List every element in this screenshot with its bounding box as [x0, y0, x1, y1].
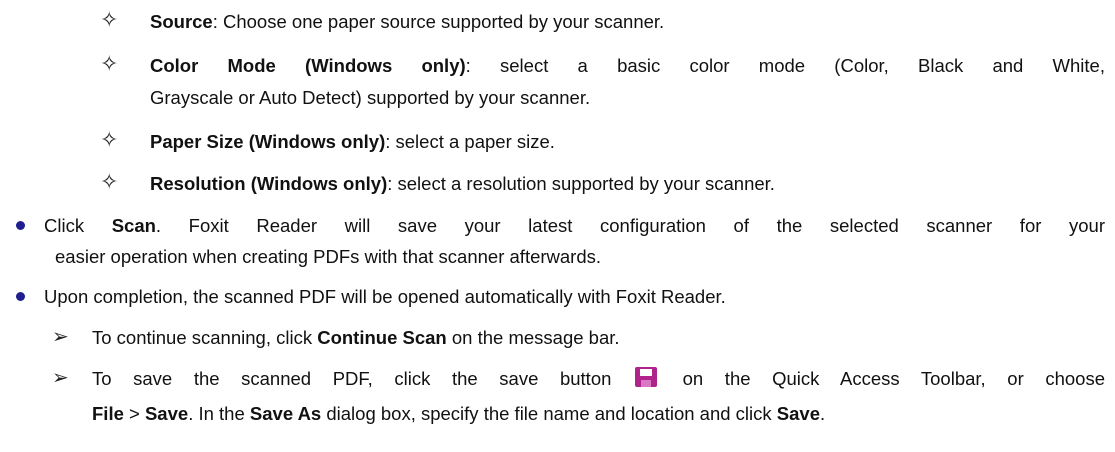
save-pdf-item: To save the scanned PDF, click the save …	[92, 367, 1105, 391]
save-pdf-pre: To save the scanned PDF, click the save …	[92, 368, 634, 389]
dialog-text: dialog box, specify the file name and lo…	[321, 403, 777, 424]
save-icon	[635, 367, 658, 387]
continue-scan-pre: To continue scanning, click	[92, 327, 318, 348]
color-mode-desc-2: Grayscale or Auto Detect) supported by y…	[150, 87, 591, 108]
arrow-marker-icon: ➢	[52, 326, 69, 348]
four-point-star-icon: ✧	[100, 51, 119, 76]
source-item: Source: Choose one paper source supporte…	[150, 10, 664, 34]
continue-scan-term: Continue Scan	[317, 327, 447, 348]
term-source: Source	[150, 11, 213, 32]
paper-size-item: Paper Size (Windows only): select a pape…	[150, 130, 555, 154]
four-point-star-icon: ✧	[100, 7, 119, 32]
four-point-star-icon: ✧	[100, 127, 119, 152]
arrow-marker-icon: ➢	[52, 367, 69, 389]
separator-text: >	[123, 403, 145, 424]
source-desc: : Choose one paper source supported by y…	[212, 11, 665, 32]
click-scan-item: Click Scan. Foxit Reader will save your …	[44, 214, 1105, 238]
four-point-star-icon: ✧	[100, 169, 119, 194]
bullet-dot-icon	[16, 221, 25, 230]
click-scan-item-line2: easier operation when creating PDFs with…	[55, 245, 601, 269]
color-mode-item: Color Mode (Windows only): select a basi…	[150, 54, 1105, 78]
file-menu-term: File	[92, 403, 124, 424]
paper-size-desc: : select a paper size.	[385, 131, 555, 152]
scan-term: Scan	[111, 215, 156, 236]
click-scan-line2: easier operation when creating PDFs with…	[55, 246, 602, 267]
resolution-item: Resolution (Windows only): select a reso…	[150, 172, 775, 196]
save-pdf-post: on the Quick Access Toolbar, or choose	[661, 368, 1105, 389]
save-as-term: Save As	[249, 403, 322, 424]
click-scan-pre: Click	[44, 215, 112, 236]
save-pdf-item-line2: File > Save. In the Save As dialog box, …	[92, 402, 825, 426]
in-the-text: . In the	[188, 403, 250, 424]
bullet-dot-icon	[16, 292, 25, 301]
save-button-term: Save	[776, 403, 821, 424]
click-scan-post: . Foxit Reader will save your latest con…	[155, 215, 1105, 236]
color-mode-item-line2: Grayscale or Auto Detect) supported by y…	[150, 86, 590, 110]
term-resolution: Resolution (Windows only)	[150, 173, 388, 194]
continue-scan-item: To continue scanning, click Continue Sca…	[92, 326, 620, 350]
upon-completion-item: Upon completion, the scanned PDF will be…	[44, 285, 726, 309]
period-text: .	[820, 403, 826, 424]
upon-completion-text: Upon completion, the scanned PDF will be…	[44, 286, 726, 307]
save-menu-term: Save	[144, 403, 189, 424]
color-mode-desc-1: : select a basic color mode (Color, Blac…	[465, 55, 1105, 76]
continue-scan-post: on the message bar.	[446, 327, 620, 348]
term-color-mode: Color Mode (Windows only)	[150, 55, 466, 76]
resolution-desc: : select a resolution supported by your …	[387, 173, 775, 194]
term-paper-size: Paper Size (Windows only)	[150, 131, 386, 152]
